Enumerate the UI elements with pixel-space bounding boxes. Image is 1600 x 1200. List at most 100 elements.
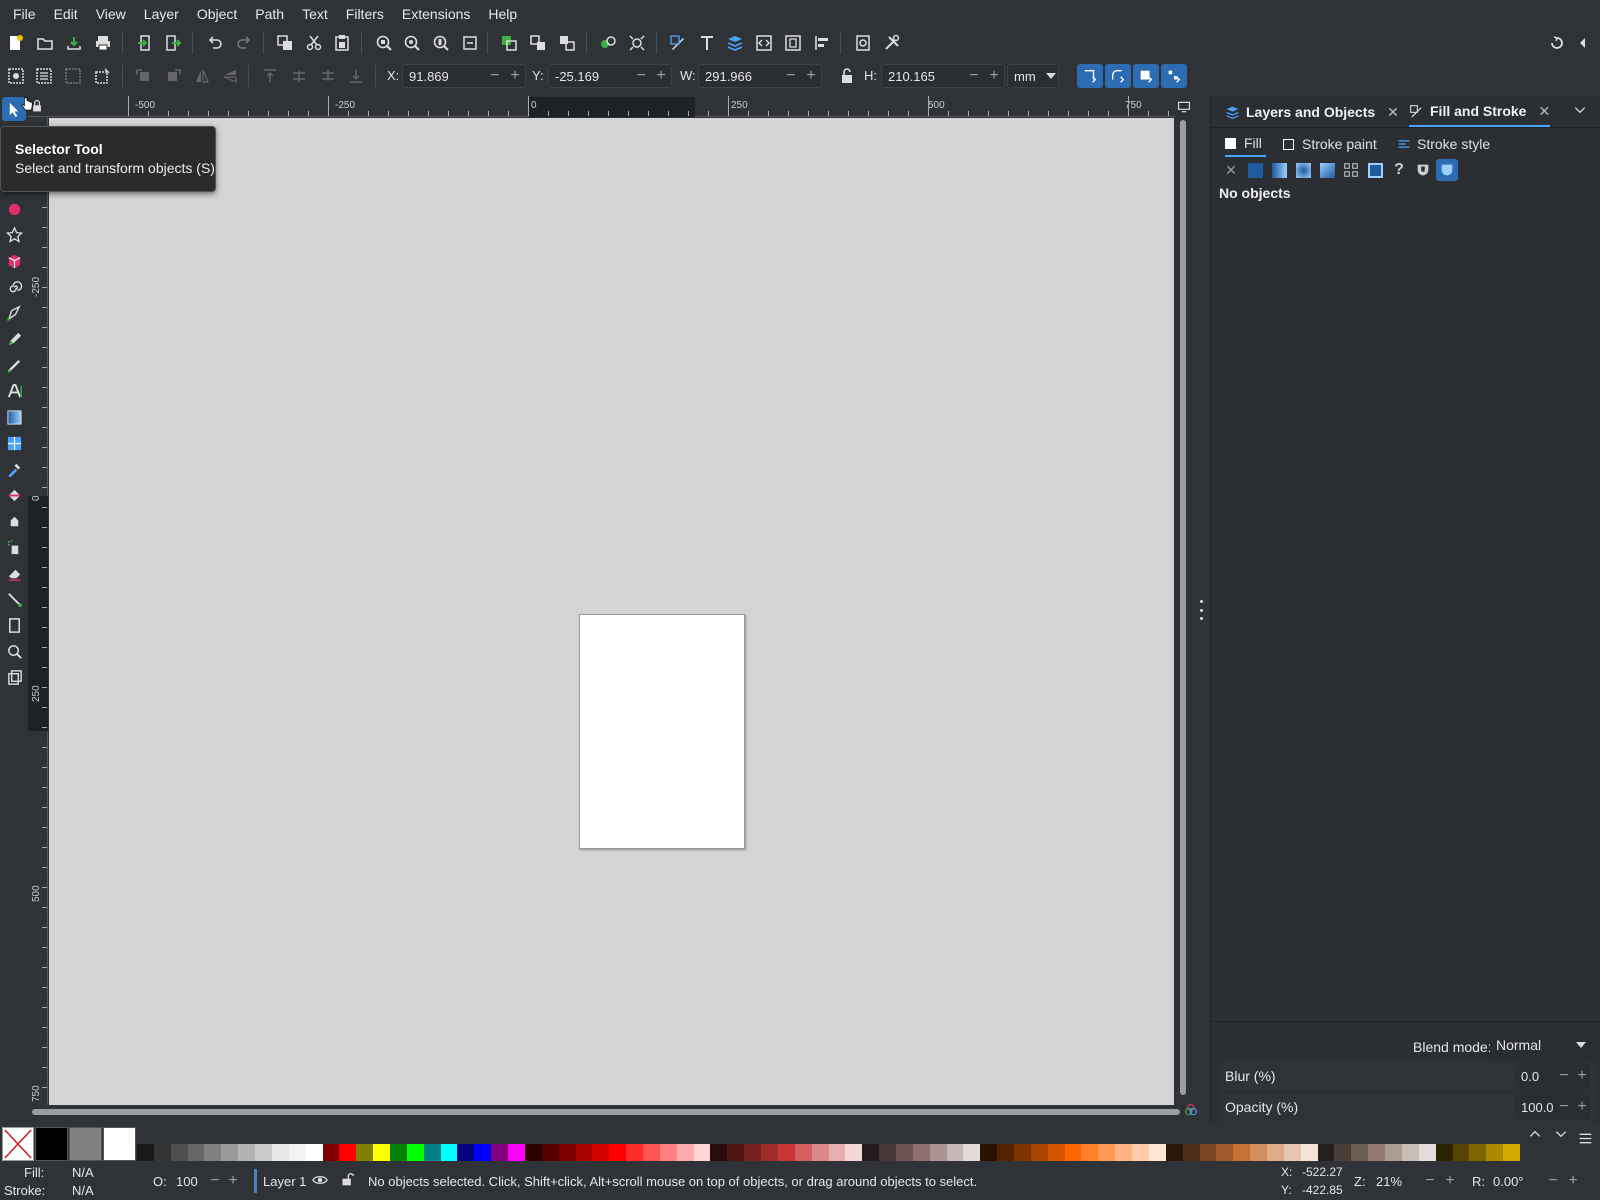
palette-swatch[interactable] [845, 1144, 863, 1161]
palette-swatch[interactable] [1030, 1144, 1048, 1161]
menu-path[interactable]: Path [246, 0, 293, 28]
palette-swatch[interactable] [828, 1144, 846, 1161]
palette-swatch[interactable] [1081, 1144, 1099, 1161]
y-decrement[interactable]: − [631, 67, 651, 85]
horizontal-ruler[interactable]: -500 -250 0 250 500 750 [28, 96, 1175, 117]
palette-swatch[interactable] [879, 1144, 897, 1161]
rotation-input[interactable] [1487, 1173, 1543, 1189]
palette-swatch[interactable] [1216, 1144, 1234, 1161]
h-input[interactable] [882, 68, 964, 84]
raise-to-top-icon[interactable] [258, 64, 282, 88]
palette-swatch[interactable] [1064, 1144, 1082, 1161]
palette-swatch[interactable] [912, 1144, 930, 1161]
panel-resize-handle[interactable] [1198, 600, 1204, 620]
opacity-increment[interactable]: + [1573, 1098, 1591, 1116]
palette-swatch[interactable] [811, 1144, 829, 1161]
lock-ratio-icon[interactable] [835, 64, 859, 88]
palette-swatch[interactable] [406, 1144, 424, 1161]
text-font-icon[interactable] [695, 31, 719, 55]
select-all-icon[interactable] [4, 64, 28, 88]
palette-swatch[interactable] [1469, 1144, 1487, 1161]
calligraphy-tool-icon[interactable] [2, 353, 26, 377]
zoom-page-width-icon[interactable] [458, 31, 482, 55]
palette-swatch[interactable] [322, 1144, 340, 1161]
dropper-tool-icon[interactable] [2, 457, 26, 481]
subtab-fill[interactable]: Fill [1225, 131, 1266, 157]
linear-gradient-icon[interactable] [1268, 159, 1290, 181]
palette-swatch[interactable] [103, 1127, 136, 1161]
palette-menu-icon[interactable] [1578, 1131, 1598, 1151]
palette-swatch[interactable] [153, 1144, 171, 1161]
palette-swatch[interactable] [187, 1144, 205, 1161]
w-increment[interactable]: + [801, 67, 821, 85]
align-distribute-icon[interactable] [810, 31, 834, 55]
spiral-tool-icon[interactable] [2, 275, 26, 299]
unit-dropdown[interactable]: mm [1007, 64, 1059, 88]
undo-icon[interactable] [203, 31, 227, 55]
tab-fill-and-stroke[interactable]: Fill and Stroke ✕ [1409, 97, 1551, 127]
menu-file[interactable]: File [4, 0, 45, 28]
page[interactable] [579, 614, 745, 849]
y-field[interactable]: −+ [548, 64, 672, 88]
palette-swatch[interactable] [1233, 1144, 1251, 1161]
palette-swatch[interactable] [440, 1144, 458, 1161]
opacity-decrement[interactable]: − [1555, 1098, 1573, 1116]
subtab-stroke-style[interactable]: Stroke style [1397, 131, 1490, 157]
pattern-icon[interactable] [1340, 159, 1362, 181]
vertical-scrollbar[interactable] [1177, 118, 1189, 1105]
ellipse-tool-icon[interactable] [2, 197, 26, 221]
radial-gradient-icon[interactable] [1292, 159, 1314, 181]
palette-swatch[interactable] [794, 1144, 812, 1161]
panel-menu-chevron-icon[interactable] [1573, 103, 1591, 121]
palette-swatch[interactable] [474, 1144, 492, 1161]
zoom-input[interactable] [1370, 1173, 1420, 1189]
menu-object[interactable]: Object [188, 0, 246, 28]
mesh-gradient-icon[interactable] [1316, 159, 1338, 181]
touch-select-icon[interactable] [90, 64, 114, 88]
palette-swatch[interactable] [777, 1144, 795, 1161]
export-icon[interactable] [161, 31, 185, 55]
palette-swatch[interactable] [288, 1144, 306, 1161]
duplicate-icon[interactable] [273, 31, 297, 55]
open-document-icon[interactable] [33, 31, 57, 55]
blur-field[interactable]: −+ [1515, 1063, 1591, 1089]
palette-swatch[interactable] [356, 1144, 374, 1161]
w-decrement[interactable]: − [781, 67, 801, 85]
palette-swatch[interactable] [980, 1144, 998, 1161]
palette-swatch[interactable] [558, 1144, 576, 1161]
zoom-selection-icon[interactable] [372, 31, 396, 55]
no-color-swatch[interactable] [2, 1127, 34, 1161]
palette-swatch[interactable] [1334, 1144, 1352, 1161]
opacity-short-decrement[interactable]: − [206, 1172, 224, 1190]
palette-swatch[interactable] [1317, 1144, 1335, 1161]
layers-icon[interactable] [723, 31, 747, 55]
menu-help[interactable]: Help [479, 0, 526, 28]
menu-layer[interactable]: Layer [135, 0, 188, 28]
vertical-ruler[interactable]: -250 0 250 500 750 [28, 117, 48, 1105]
new-document-icon[interactable] [3, 31, 27, 55]
palette-swatch[interactable] [1503, 1144, 1521, 1161]
palette-swatch[interactable] [271, 1144, 289, 1161]
palette-swatch[interactable] [626, 1144, 644, 1161]
paint-bucket-tool-icon[interactable] [2, 483, 26, 507]
swatch-icon[interactable] [1364, 159, 1386, 181]
fill-rule-nonzero-icon[interactable] [1436, 159, 1458, 181]
palette-swatch[interactable] [710, 1144, 728, 1161]
palette-swatch[interactable] [1148, 1144, 1166, 1161]
palette-swatch[interactable] [1098, 1144, 1116, 1161]
opacity-short-increment[interactable]: + [224, 1172, 242, 1190]
blur-decrement[interactable]: − [1555, 1067, 1573, 1085]
palette-swatch[interactable] [676, 1144, 694, 1161]
unlock-icon[interactable] [340, 1172, 358, 1190]
tab-layers-and-objects[interactable]: Layers and Objects ✕ [1225, 97, 1399, 127]
palette-swatch[interactable] [1283, 1144, 1301, 1161]
palette-swatch[interactable] [946, 1144, 964, 1161]
fill-rule-evenodd-icon[interactable] [1412, 159, 1434, 181]
snap-toggle-icon[interactable] [1545, 31, 1569, 55]
palette-swatch[interactable] [137, 1144, 154, 1161]
close-icon[interactable]: ✕ [1387, 104, 1399, 121]
w-field[interactable]: −+ [698, 64, 822, 88]
palette-swatch[interactable] [693, 1144, 711, 1161]
zoom-tool-icon[interactable] [2, 639, 26, 663]
import-icon[interactable] [133, 31, 157, 55]
